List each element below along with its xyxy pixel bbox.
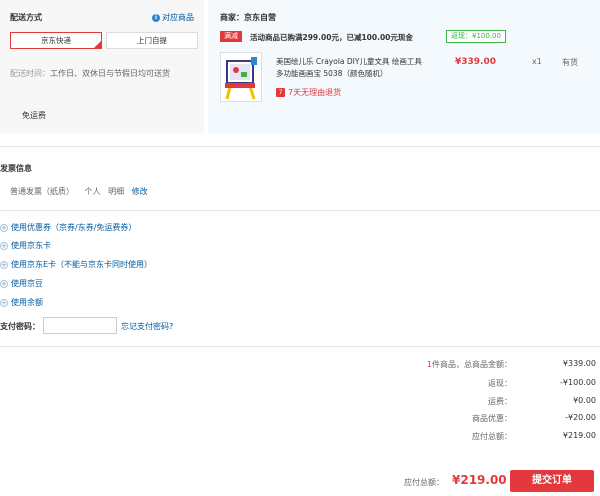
shipping-fee-value: ¥0.00 — [573, 396, 596, 405]
invoice-details: 普通发票（纸质） 个人 明细 修改 — [10, 186, 148, 197]
return-policy: 7 7天无理由退货 — [276, 87, 341, 98]
footer-payable-label: 应付总额： — [404, 478, 444, 487]
use-coupon-option[interactable]: + 使用优惠券（京券/东券/免运费券） — [0, 222, 136, 233]
footer-payable-value: ¥219.00 — [452, 473, 507, 487]
expand-plus-icon: + — [0, 223, 8, 232]
invoice-title: 发票信息 — [0, 164, 32, 173]
use-jd-ecard-option[interactable]: + 使用京东E卡（不能与京东卡同时使用） — [0, 259, 152, 270]
product-quantity: x1 — [532, 57, 542, 66]
shipping-option-label: 上门自提 — [137, 36, 167, 45]
delivery-time-label: 配送时间： — [10, 69, 50, 78]
promo-tag: 满减 — [220, 31, 242, 42]
shipping-title: 配送方式 — [10, 13, 42, 22]
rebate-badge: 返现：¥100.00 — [446, 30, 506, 43]
total-goods-value: ¥339.00 — [562, 359, 596, 368]
forgot-password-link[interactable]: 忘记支付密码? — [121, 321, 173, 332]
match-products-label: 对应商品 — [162, 13, 194, 22]
option-label: 使用优惠券（京券/东券/免运费券） — [11, 223, 137, 232]
discount-label: 商品优惠： — [472, 414, 512, 423]
item-count-label: 件商品，总商品金额： — [432, 360, 512, 369]
discount-value: -¥20.00 — [565, 413, 596, 422]
option-label: 使用京东E卡（不能与京东卡同时使用） — [11, 260, 153, 269]
payable-value: ¥219.00 — [562, 431, 596, 440]
divider — [0, 146, 600, 147]
payment-password-label: 支付密码： — [0, 322, 40, 331]
divider — [0, 210, 600, 211]
invoice-edit-link[interactable]: 修改 — [132, 187, 148, 196]
return-policy-icon: 7 — [276, 88, 285, 97]
product-thumbnail — [225, 57, 257, 100]
stock-status: 有货 — [562, 58, 578, 67]
shipping-option-pickup[interactable]: 上门自提 — [106, 32, 198, 49]
free-shipping-label: 免运费 — [22, 111, 46, 120]
summary-count: 1件商品，总商品金额： — [427, 359, 512, 370]
promo-text: 活动商品已购满299.00元，已减100.00元现金 — [250, 33, 413, 42]
use-jd-beans-option[interactable]: + 使用京豆 — [0, 278, 43, 289]
match-products-link[interactable]: i 对应商品 — [152, 12, 194, 23]
shipping-option-jd-express[interactable]: 京东快递 — [10, 32, 102, 49]
return-policy-text: 7天无理由退货 — [288, 88, 342, 97]
info-icon: i — [152, 13, 160, 22]
invoice-person: 个人 — [84, 187, 101, 196]
product-name[interactable]: 美国绘儿乐 Crayola DIY儿童文具 绘画工具 多功能画画宝 5038（颜… — [276, 56, 422, 80]
shipping-fee-label: 运费： — [488, 397, 512, 406]
delivery-time-value: 工作日、双休日与节假日均可送货 — [50, 69, 170, 78]
payable-label: 应付总额： — [472, 432, 512, 441]
invoice-type: 普通发票（纸质） — [10, 187, 74, 196]
expand-plus-icon: + — [0, 241, 8, 250]
selected-corner-icon — [94, 41, 101, 48]
delivery-time: 配送时间：工作日、双休日与节假日均可送货 — [10, 68, 190, 80]
divider — [0, 346, 600, 347]
use-jd-card-option[interactable]: + 使用京东卡 — [0, 240, 51, 251]
expand-plus-icon: + — [0, 279, 8, 288]
shipping-option-label: 京东快递 — [41, 36, 71, 45]
use-balance-option[interactable]: + 使用余额 — [0, 297, 43, 308]
option-label: 使用京东卡 — [11, 241, 51, 250]
payment-password-input[interactable] — [43, 317, 117, 334]
rebate-value: -¥100.00 — [560, 378, 596, 387]
submit-order-button[interactable]: 提交订单 — [510, 470, 594, 492]
expand-plus-icon: + — [0, 260, 8, 269]
option-label: 使用京豆 — [11, 279, 43, 288]
rebate-label: 返现： — [488, 379, 512, 388]
product-price: ¥339.00 — [455, 57, 496, 67]
option-label: 使用余额 — [11, 298, 43, 307]
invoice-detail: 明细 — [108, 187, 125, 196]
expand-plus-icon: + — [0, 298, 8, 307]
product-image[interactable] — [220, 52, 262, 102]
merchant-name: 商家：京东自营 — [220, 13, 276, 22]
